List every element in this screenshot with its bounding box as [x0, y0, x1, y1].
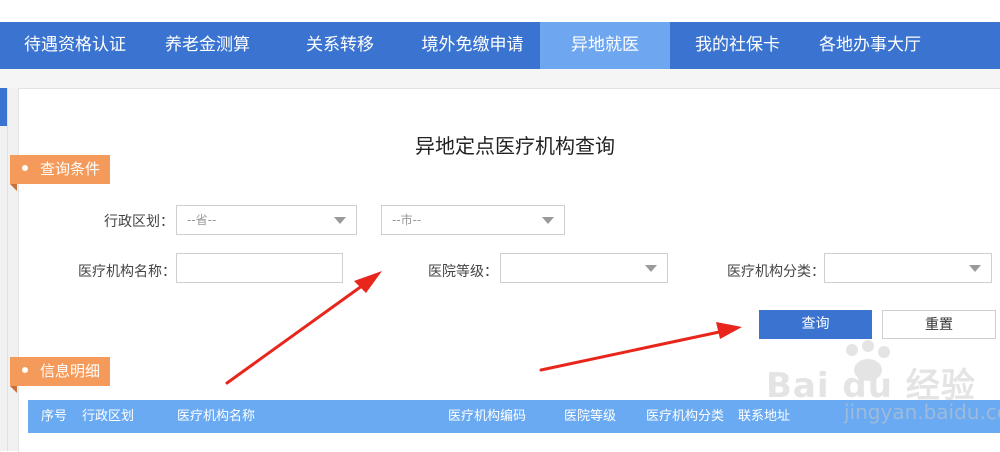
- tag-fold: [10, 386, 17, 393]
- column-header-name[interactable]: 医疗机构名称: [177, 400, 255, 433]
- chevron-down-icon: [969, 265, 981, 272]
- institution-category-label: 医疗机构分类：: [727, 264, 825, 280]
- nav-item-qualification[interactable]: 待遇资格认证: [10, 22, 140, 69]
- nav-item-transfer[interactable]: 关系转移: [285, 22, 395, 69]
- reset-button[interactable]: 重置: [882, 310, 996, 339]
- query-section-tag: 查询条件: [10, 155, 111, 191]
- institution-category-select[interactable]: [824, 253, 992, 283]
- left-sidebar-marker: [0, 88, 7, 126]
- query-section-label: 查询条件: [40, 160, 101, 178]
- main-nav: 待遇资格认证 养老金测算 关系转移 境外免缴申请 异地就医 我的社保卡 各地办事…: [0, 22, 1000, 69]
- watermark-url: jingyan.baidu.com: [844, 400, 1000, 424]
- left-sidebar-divider: [7, 88, 8, 451]
- top-strip: [0, 0, 1000, 22]
- left-sidebar: [0, 88, 18, 451]
- city-select-value: --市--: [392, 213, 422, 227]
- institution-name-input[interactable]: [176, 253, 343, 283]
- nav-item-pension-calc[interactable]: 养老金测算: [150, 22, 265, 69]
- column-header-level[interactable]: 医院等级: [564, 400, 616, 433]
- chevron-down-icon: [334, 217, 346, 224]
- baidu-watermark: Bai du 经验 jingyan.baidu.com: [760, 340, 1000, 428]
- search-button[interactable]: 查询: [759, 310, 872, 339]
- hospital-level-label: 医院等级：: [428, 264, 498, 280]
- page-title: 异地定点医疗机构查询: [415, 134, 615, 158]
- nav-item-remote-medical[interactable]: 异地就医: [540, 22, 670, 69]
- column-header-category[interactable]: 医疗机构分类: [646, 400, 724, 433]
- tag-fold: [10, 184, 17, 191]
- page-gap: [0, 69, 1000, 88]
- column-header-region[interactable]: 行政区划: [82, 400, 134, 433]
- bullet-dot-icon: [22, 366, 28, 373]
- chevron-down-icon: [542, 217, 554, 224]
- province-select[interactable]: --省--: [176, 205, 357, 235]
- chevron-down-icon: [645, 265, 657, 272]
- nav-item-service-hall[interactable]: 各地办事大厅: [805, 22, 935, 69]
- hospital-level-select[interactable]: [500, 253, 668, 283]
- institution-name-label: 医疗机构名称：: [78, 264, 176, 280]
- nav-item-overseas-exemption[interactable]: 境外免缴申请: [405, 22, 540, 69]
- province-select-value: --省--: [187, 213, 217, 227]
- results-section-tag: 信息明细: [10, 357, 111, 393]
- bullet-dot-icon: [22, 164, 28, 171]
- column-header-index[interactable]: 序号: [41, 400, 67, 433]
- nav-item-social-card[interactable]: 我的社保卡: [680, 22, 795, 69]
- column-header-code[interactable]: 医疗机构编码: [448, 400, 526, 433]
- results-section-label: 信息明细: [40, 362, 101, 380]
- region-label: 行政区划：: [104, 214, 174, 230]
- city-select[interactable]: --市--: [381, 205, 565, 235]
